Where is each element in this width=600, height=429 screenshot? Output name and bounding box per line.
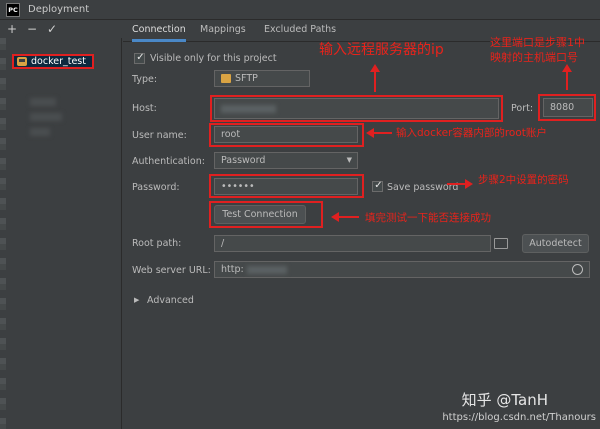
authentication-select[interactable]: Password ▼ <box>214 152 358 169</box>
port-annotation-line2: 映射的主机端口号 <box>490 51 578 64</box>
password-arrow-head <box>465 179 473 189</box>
root-path-label: Root path: <box>132 238 182 249</box>
add-server-button[interactable]: + <box>6 22 18 36</box>
password-highlight-box <box>209 174 364 198</box>
visible-only-checkbox[interactable]: ✓ <box>134 52 145 64</box>
save-password-checkbox[interactable]: ✓ <box>372 180 383 192</box>
globe-icon <box>572 264 583 275</box>
test-annotation: 填完测试一下能否连接成功 <box>365 212 491 224</box>
remove-server-button[interactable]: − <box>26 22 38 36</box>
expand-chevron-icon[interactable]: ▶ <box>134 296 139 304</box>
host-annotation: 输入远程服务器的ip <box>319 42 444 58</box>
csdn-watermark: https://blog.csdn.net/Thanours <box>442 412 596 423</box>
host-highlight-box <box>210 95 503 122</box>
user-annotation: 输入docker容器内部的root账户 <box>396 127 547 139</box>
title-bar: PC Deployment <box>0 0 600 20</box>
port-label: Port: <box>511 103 534 114</box>
port-arrow-line <box>566 72 568 90</box>
authentication-value: Password <box>221 155 266 166</box>
server-name: docker_test <box>31 56 86 67</box>
port-highlight-box <box>538 94 596 121</box>
blurred-url <box>247 266 287 274</box>
type-value: SFTP <box>235 73 258 84</box>
autodetect-button[interactable]: Autodetect <box>522 234 589 253</box>
advanced-section-toggle[interactable]: Advanced <box>147 295 194 306</box>
user-arrow-line <box>372 132 392 134</box>
editor-edge-blur <box>0 38 6 429</box>
password-annotation: 步骤2中设置的密码 <box>478 174 569 186</box>
user-highlight-box <box>209 123 364 147</box>
host-arrow-head <box>370 64 380 72</box>
visible-only-label: Visible only for this project <box>150 53 277 64</box>
password-label: Password: <box>132 182 180 193</box>
port-annotation-line1: 这里端口是步骤1中 <box>490 36 585 49</box>
port-arrow-head <box>562 64 572 72</box>
check-icon: ✓ <box>136 52 145 63</box>
authentication-label: Authentication: <box>132 156 205 167</box>
folder-icon[interactable] <box>494 238 508 249</box>
apply-check-button[interactable]: ✓ <box>46 22 58 36</box>
host-arrow-line <box>374 72 376 92</box>
pycharm-icon: PC <box>6 3 20 17</box>
zhihu-watermark: 知乎 @TanH <box>461 391 548 409</box>
server-item-docker-test[interactable]: docker_test <box>12 54 94 69</box>
root-path-input[interactable]: / <box>214 235 491 252</box>
type-label: Type: <box>132 74 158 85</box>
password-arrow-line <box>447 183 467 185</box>
tab-connection[interactable]: Connection <box>132 24 186 42</box>
web-server-url-input[interactable]: http: <box>214 261 590 278</box>
tab-excluded-paths[interactable]: Excluded Paths <box>264 24 336 42</box>
web-server-url-value: http: <box>221 264 244 275</box>
blurred-item <box>30 128 50 136</box>
blurred-item <box>30 113 62 121</box>
check-icon: ✓ <box>374 180 383 191</box>
window-title: Deployment <box>28 4 90 15</box>
test-arrow-line <box>337 216 359 218</box>
web-server-url-label: Web server URL: <box>132 265 211 276</box>
sidebar-toolbar: + − ✓ <box>0 20 122 38</box>
tab-mappings[interactable]: Mappings <box>200 24 246 42</box>
sftp-icon <box>221 74 231 83</box>
blurred-item <box>30 98 56 106</box>
dropdown-chevron-icon: ▼ <box>346 156 352 164</box>
sftp-server-icon <box>17 57 27 66</box>
host-label: Host: <box>132 103 157 114</box>
server-list-sidebar: docker_test <box>0 38 122 429</box>
test-highlight-box <box>209 201 323 228</box>
user-name-label: User name: <box>132 130 187 141</box>
